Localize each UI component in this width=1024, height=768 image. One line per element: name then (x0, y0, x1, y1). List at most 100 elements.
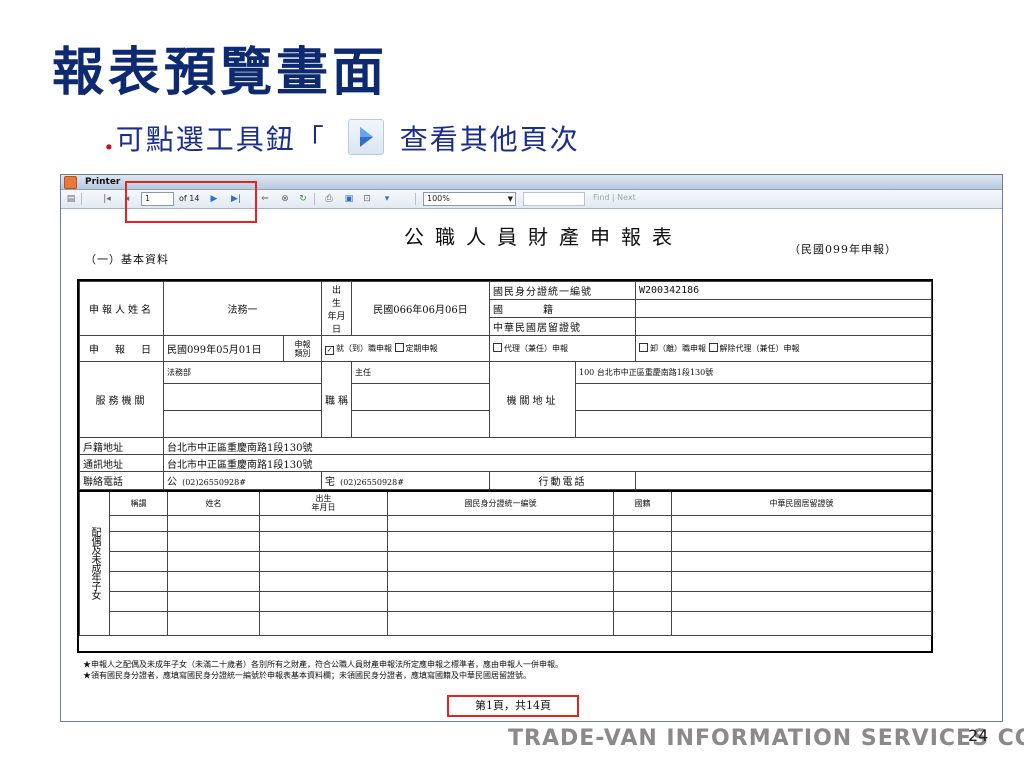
checkbox[interactable] (708, 343, 718, 352)
office-phone-cell: 公 (02)26550928# (163, 471, 322, 490)
toc-icon[interactable]: ▤ (65, 193, 77, 205)
family-header-id: 國民身分證統一編號 (387, 490, 614, 516)
family-header-birth: 出生 年月日 (259, 490, 388, 516)
play-triangle-icon (347, 119, 384, 155)
position-label: 職稱 (321, 361, 352, 438)
id-no-label: 國民身分證統一編號 (489, 281, 636, 300)
bullet-text-before: 可點選工具鈕「 (115, 123, 326, 156)
family-table: 配偶及未成年子女 稱謂 姓名 出生 年月日 國民身分證統一編號 國籍 中華民國居… (79, 490, 932, 636)
slide-title: 報表預覽畫面 (52, 42, 389, 103)
table-row (80, 550, 932, 572)
apply-type-leave-cell: 卸（離）職申報 解除代理（兼任）申報 (635, 335, 932, 362)
table-row (80, 610, 932, 636)
apply-type-label: 申報 類別 (283, 335, 322, 362)
report-form: 申報人姓名 法務一 出 生 年月日 民國066年06月06日 國民身分證統一編號… (77, 279, 933, 653)
find-next-link[interactable]: Find | Next (593, 193, 636, 202)
nationality-value (635, 299, 932, 318)
nationality-label: 國 籍 (489, 299, 636, 318)
office-phone-value: (02)26550928# (182, 478, 246, 487)
report-year-label: （民國099年申報） (789, 243, 897, 256)
chevron-down-icon: ▼ (507, 195, 513, 203)
resident-id-value (635, 317, 932, 336)
resident-id-label: 中華民國居留證號 (489, 317, 636, 336)
birth-label: 出 生 年月日 (321, 281, 352, 336)
print-icon[interactable]: ⎙ (323, 193, 335, 205)
zoom-select[interactable]: 100% ▼ (423, 192, 516, 206)
home-phone-cell: 宅 (02)26550928# (321, 471, 490, 490)
position-value: 主任 (351, 361, 490, 384)
apply-type-leave: 卸（離）職申報 (650, 344, 706, 353)
first-page-icon[interactable]: |◂ (101, 193, 113, 205)
mobile-value (635, 471, 932, 490)
print-layout-icon[interactable]: ▣ (343, 193, 355, 205)
phone-label: 聯絡電話 (79, 471, 164, 490)
family-header-nationality: 國籍 (613, 490, 672, 516)
table-row (80, 570, 932, 592)
home-prefix: 宅 (325, 477, 335, 488)
back-icon[interactable]: ⇐ (259, 193, 271, 205)
bullet-dot: . (104, 123, 116, 156)
service-org-label: 服務機關 (79, 361, 164, 438)
apply-type-options: ✓ 就（到）職申報 定期申報 (321, 335, 490, 362)
household-address-label: 戶籍地址 (79, 437, 164, 455)
bullet-text-after: 查看其他頁次 (399, 123, 580, 156)
apply-date-label: 申 報 日 (79, 335, 164, 362)
service-org-value: 法務部 (163, 361, 322, 384)
apply-date-value: 民國099年05月01日 (163, 335, 284, 362)
service-org-blank (163, 410, 322, 438)
position-blank (351, 410, 490, 438)
note-line: ★申報人之配偶及未成年子女（未滿二十歲者）各別所有之財產，符合公職人員財產申報法… (83, 660, 563, 669)
service-org-blank (163, 383, 322, 411)
org-address-value: 100 台北市中正區重慶南路1段130號 (575, 361, 932, 384)
toolbar-separator (81, 193, 82, 205)
checkbox[interactable] (639, 343, 648, 352)
apply-type-periodic: 定期申報 (405, 343, 438, 353)
family-vertical-label: 配偶及未成年子女 (79, 490, 110, 636)
mail-address-value: 台北市中正區重慶南路1段130號 (163, 454, 932, 472)
id-no-value: W200342186 (635, 281, 932, 300)
applicant-name-label: 申報人姓名 (79, 281, 164, 336)
org-address-label: 機關地址 (489, 361, 576, 438)
family-header-resident-id: 中華民國居留證號 (671, 490, 932, 516)
export-icon[interactable]: ▾ (381, 193, 393, 205)
refresh-icon[interactable]: ↻ (297, 193, 309, 205)
apply-type-release-acting: 解除代理（兼任）申報 (719, 344, 800, 353)
mobile-label: 行動電話 (489, 471, 636, 490)
find-input[interactable] (523, 192, 585, 206)
birth-date-value: 民國066年06月06日 (351, 281, 490, 336)
page-setup-icon[interactable]: ⊡ (361, 193, 373, 205)
bullet-line: .可點選工具鈕「 查看其他頁次 (104, 118, 580, 158)
printer-window: Printer ▤ |◂ ◂ 1 of 14 ▶ ▶| ⇐ ⊗ ↻ ⎙ ▣ ⊡ … (60, 174, 1003, 722)
table-row (80, 530, 932, 552)
app-icon (64, 176, 77, 189)
household-address-value: 台北市中正區重慶南路1段130號 (163, 437, 932, 455)
family-header-title: 稱謂 (109, 490, 168, 516)
apply-type-on-duty: 就（到）職申報 (336, 343, 392, 353)
basic-info-label: （一）基本資料 (85, 253, 169, 266)
home-phone-value: (02)26550928# (340, 478, 404, 487)
page-footer-highlight: 第1頁，共14頁 (447, 695, 579, 717)
toolbar-separator (415, 193, 416, 205)
zoom-value: 100% (427, 194, 450, 203)
note-line: ★領有國民身分證者，應填寫國民身分證統一編號於申報表基本資料欄；未領國民身分證者… (83, 671, 531, 680)
stop-icon[interactable]: ⊗ (279, 193, 291, 205)
checkbox[interactable] (394, 342, 404, 352)
applicant-name-value: 法務一 (163, 281, 322, 336)
org-address-blank (575, 383, 932, 411)
position-blank (351, 383, 490, 411)
slide-page-number: 24 (968, 726, 989, 745)
checkbox-checked[interactable]: ✓ (325, 345, 334, 355)
highlight-page-navigation (125, 181, 257, 223)
apply-type-acting: 代理（兼任）申報 (504, 344, 568, 353)
company-name: TRADE-VAN INFORMATION SERVICES CO. (508, 726, 1024, 751)
table-row (80, 590, 932, 612)
basic-info-table: 申報人姓名 法務一 出 生 年月日 民國066年06月06日 國民身分證統一編號… (79, 281, 932, 490)
apply-type-acting-cell: 代理（兼任）申報 (489, 335, 636, 362)
toolbar-separator (314, 193, 315, 205)
window-title: Printer (85, 177, 121, 187)
checkbox[interactable] (493, 343, 502, 352)
org-address-blank (575, 410, 932, 438)
table-row (80, 514, 932, 532)
mail-address-label: 通訊地址 (79, 454, 164, 472)
office-prefix: 公 (167, 477, 177, 488)
